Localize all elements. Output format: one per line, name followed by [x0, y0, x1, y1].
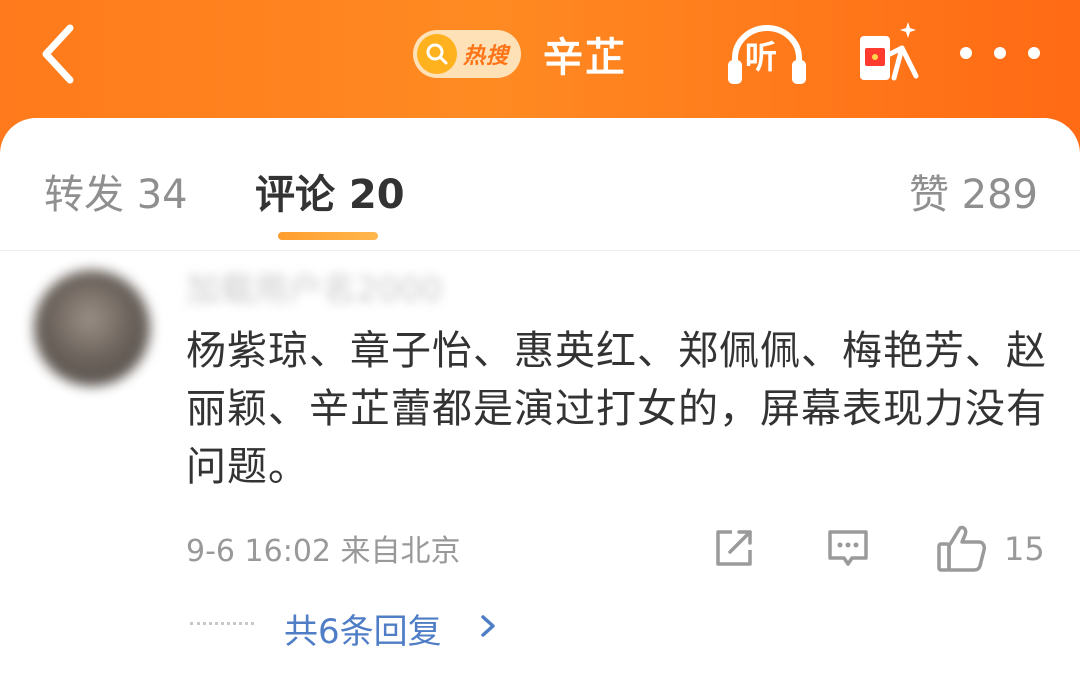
avatar[interactable] — [34, 270, 150, 386]
tab-likes[interactable]: 赞 289 — [909, 162, 1038, 220]
comment-icon — [828, 530, 868, 566]
more-button[interactable] — [960, 36, 1040, 70]
tab-reposts[interactable]: 转发 34 — [44, 162, 188, 220]
share-button[interactable] — [712, 526, 756, 570]
active-tab-indicator — [278, 232, 378, 240]
listen-label: 听 — [745, 38, 778, 76]
like-count: 15 — [1004, 530, 1045, 568]
tab-bar: 转发 34 评论 20 赞 289 — [0, 118, 1080, 251]
hot-search-label: 热搜 — [463, 44, 510, 69]
chevron-right-icon — [481, 615, 495, 637]
back-button[interactable] — [36, 22, 96, 86]
view-replies-link[interactable]: 共6条回复 — [284, 604, 442, 653]
red-packet-icon — [860, 22, 919, 81]
search-icon — [417, 34, 457, 74]
comment-username[interactable]: 加载用户名2000 — [186, 262, 443, 311]
comment-meta: 9-6 16:02 来自北京 — [186, 534, 461, 569]
reply-divider — [190, 622, 254, 625]
red-packet-button[interactable] — [856, 18, 922, 88]
header-title-group: 热搜 辛芷 — [413, 24, 627, 84]
share-icon — [716, 530, 752, 566]
like-button[interactable] — [936, 522, 988, 574]
reply-button[interactable] — [826, 526, 870, 570]
page-title: 辛芷 — [543, 35, 627, 81]
back-icon — [42, 24, 74, 84]
comment-text: 杨紫琼、章子怡、惠英红、郑佩佩、梅艳芳、赵丽颖、辛芷蕾都是演过打女的，屏幕表现力… — [186, 328, 1047, 490]
more-icon — [960, 47, 972, 59]
more-icon-dot — [994, 47, 1006, 59]
more-icon-dot — [1028, 47, 1040, 59]
hot-search-badge[interactable]: 热搜 — [413, 30, 521, 78]
listen-button[interactable]: 听 — [725, 20, 809, 88]
tab-comments[interactable]: 评论 20 — [255, 162, 405, 220]
thumbs-up-icon — [937, 525, 986, 572]
